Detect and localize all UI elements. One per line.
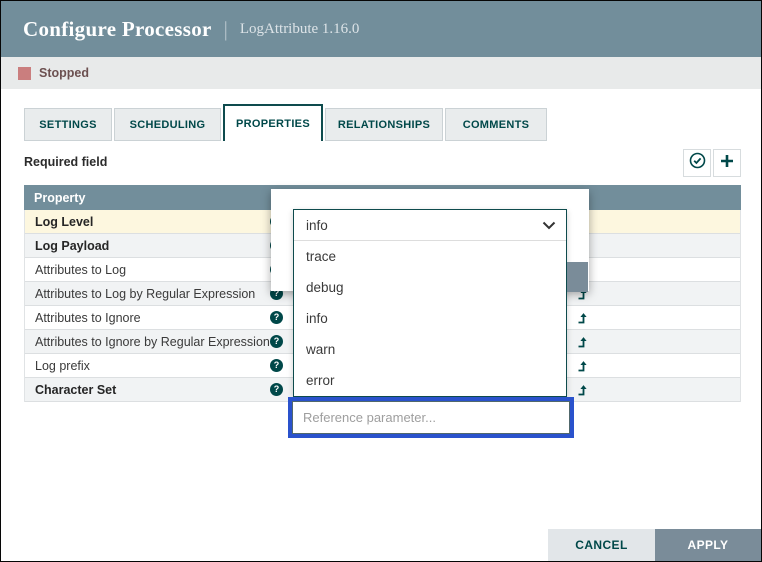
combo-selected-label: info <box>306 218 328 233</box>
level-up-arrow-icon[interactable] <box>577 384 588 399</box>
apply-button[interactable]: APPLY <box>655 529 761 561</box>
required-field-label: Required field <box>24 155 107 169</box>
status-label: Stopped <box>39 66 89 80</box>
plus-icon <box>719 153 735 174</box>
tab-comments[interactable]: COMMENTS <box>445 108 547 141</box>
processor-type-version: LogAttribute 1.16.0 <box>240 21 360 38</box>
question-circle-icon[interactable] <box>270 359 283 372</box>
popup-scrollbar-thumb[interactable] <box>567 262 588 292</box>
log-level-combo: info trace debug info warn error <box>293 209 567 397</box>
property-name: Attributes to Log by Regular Expression <box>35 287 255 301</box>
combo-option-error[interactable]: error <box>294 365 566 396</box>
tab-settings[interactable]: SETTINGS <box>24 108 112 141</box>
dialog-header: Configure Processor | LogAttribute 1.16.… <box>1 1 761 57</box>
title-separator: | <box>224 17 228 42</box>
reference-parameter-input[interactable]: Reference parameter... <box>292 401 570 434</box>
verify-properties-button[interactable] <box>683 149 711 177</box>
level-up-arrow-icon[interactable] <box>577 360 588 375</box>
reference-parameter-focus-ring: Reference parameter... <box>288 397 574 438</box>
combo-option-info[interactable]: info <box>294 303 566 334</box>
combo-option-debug[interactable]: debug <box>294 272 566 303</box>
combo-option-warn[interactable]: warn <box>294 334 566 365</box>
combo-selected-value[interactable]: info <box>294 210 566 241</box>
property-name: Log Level <box>35 215 93 229</box>
chevron-down-icon <box>542 218 556 233</box>
question-circle-icon[interactable] <box>270 335 283 348</box>
property-name: Attributes to Log <box>35 263 126 277</box>
status-bar: Stopped <box>1 57 761 89</box>
check-circle-icon <box>689 152 706 174</box>
property-name: Attributes to Ignore <box>35 311 141 325</box>
stopped-status-icon <box>18 67 31 80</box>
add-property-button[interactable] <box>713 149 741 177</box>
property-name: Log Payload <box>35 239 109 253</box>
tab-scheduling[interactable]: SCHEDULING <box>114 108 221 141</box>
tab-bar: SETTINGS SCHEDULING PROPERTIES RELATIONS… <box>24 104 547 141</box>
question-circle-icon[interactable] <box>270 311 283 324</box>
tab-relationships[interactable]: RELATIONSHIPS <box>325 108 443 141</box>
dialog-title: Configure Processor <box>23 17 212 42</box>
level-up-arrow-icon[interactable] <box>577 312 588 327</box>
tab-properties[interactable]: PROPERTIES <box>223 104 323 141</box>
configure-processor-dialog: Configure Processor | LogAttribute 1.16.… <box>0 0 762 562</box>
property-name: Log prefix <box>35 359 90 373</box>
question-circle-icon[interactable] <box>270 383 283 396</box>
level-up-arrow-icon[interactable] <box>577 336 588 351</box>
property-name: Character Set <box>35 383 116 397</box>
property-name: Attributes to Ignore by Regular Expressi… <box>35 335 270 349</box>
combo-option-trace[interactable]: trace <box>294 241 566 272</box>
cancel-button[interactable]: CANCEL <box>548 529 655 561</box>
